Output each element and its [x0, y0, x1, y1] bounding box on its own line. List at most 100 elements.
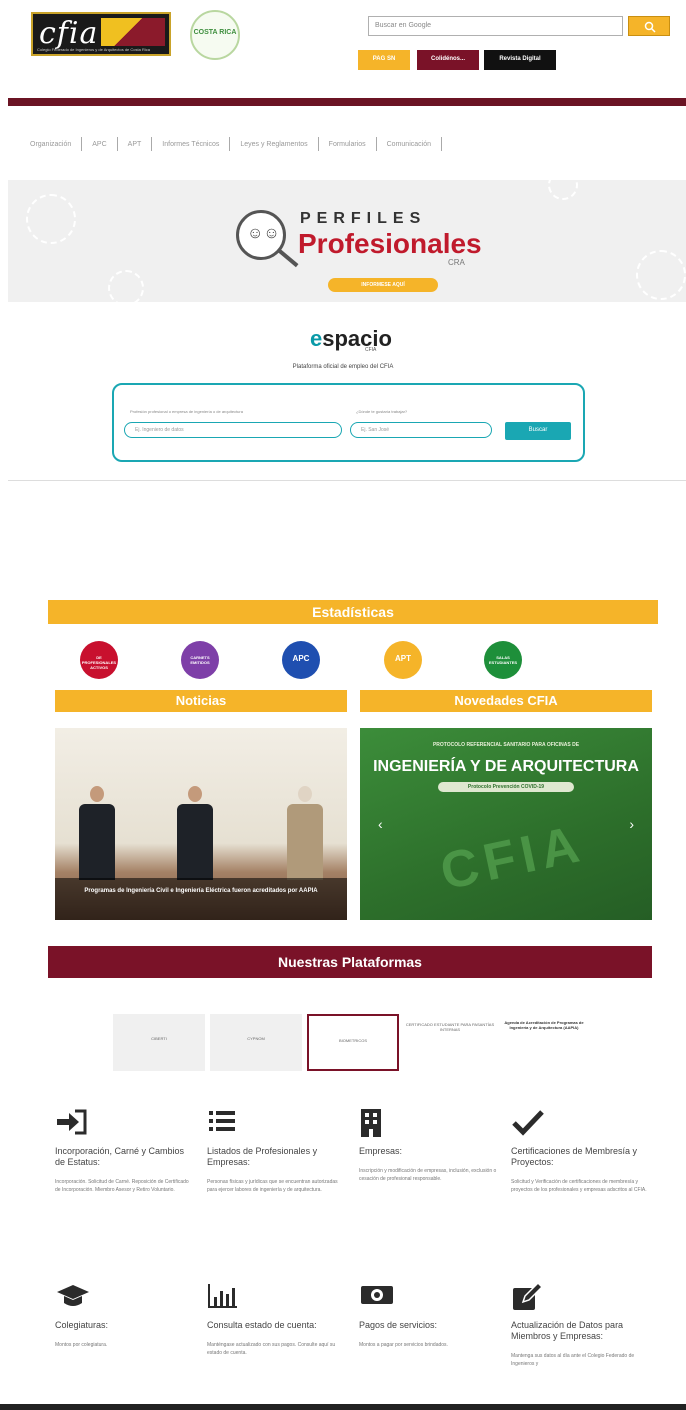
stat-carnets[interactable]: CARNETS EMITIDOS — [181, 641, 219, 679]
perfiles-banner[interactable]: ☺☺ PERFILES Profesionales CRA INFORMESE … — [8, 180, 686, 302]
service-title: Colegiaturas: — [55, 1320, 109, 1330]
graduation-cap-icon — [55, 1282, 195, 1312]
espacio-logo-rest: spacio — [322, 326, 392, 351]
site-header: cfia Colegio Federado de Ingenieros y de… — [0, 0, 686, 100]
plataformas-title: Nuestras Plataformas — [48, 946, 652, 978]
bar-chart-icon — [207, 1282, 347, 1312]
platform-tile[interactable]: CERTIFICADO ESTUDIANTE PARA PASANTÍAS IN… — [404, 1014, 496, 1071]
gear-decoration — [26, 194, 76, 244]
noticias-title: Noticias — [55, 690, 347, 712]
platform-tile[interactable]: Agenda de Acreditación de Programas de I… — [498, 1014, 590, 1071]
building-icon — [359, 1108, 499, 1138]
pag-button[interactable]: PAG SN — [358, 50, 410, 70]
service-title: Consulta estado de cuenta: — [207, 1320, 317, 1330]
gear-decoration — [548, 180, 578, 200]
logo-subtitle: Colegio Federado de Ingenieros y de Arqu… — [37, 47, 150, 52]
novedades-carousel[interactable]: PROTOCOLO REFERENCIAL SANITARIO PARA OFI… — [360, 728, 652, 920]
check-icon — [511, 1108, 651, 1138]
service-pagos[interactable]: Pagos de servicios: Montos a pagar por s… — [359, 1282, 499, 1349]
location-input[interactable]: Ej. San José — [350, 422, 492, 438]
service-empresas[interactable]: Empresas: Inscripción y modificación de … — [359, 1108, 499, 1183]
banner-info-button[interactable]: INFORMESE AQUÍ — [328, 278, 438, 292]
service-incorporacion[interactable]: Incorporación, Carné y Cambios de Estatu… — [55, 1108, 195, 1194]
person-figure — [177, 786, 213, 880]
stat-apt[interactable]: APT — [384, 641, 422, 679]
platform-tile-selected[interactable]: BIOMETRICOS — [307, 1014, 399, 1071]
people-icon: ☺☺ — [247, 225, 280, 242]
espacio-logo[interactable]: espacio — [310, 326, 392, 352]
profession-label: Profesión profesional o empresa de ingen… — [130, 409, 243, 414]
edit-icon — [511, 1281, 651, 1312]
banner-perfiles: PERFILES — [300, 210, 427, 227]
service-desc: Montos a pagar por servicios brindados. — [359, 1342, 448, 1348]
novedades-pill: Protocolo Prevención COVID-19 — [438, 782, 574, 792]
service-desc: Incorporación. Solicitud de Carné. Repos… — [55, 1179, 189, 1193]
main-nav: Organización APC APT Informes Técnicos L… — [20, 130, 680, 158]
contact-button[interactable]: Colidénos... — [417, 50, 479, 70]
nav-item-apt[interactable]: APT — [118, 141, 152, 148]
novedades-watermark: CFIA — [435, 814, 590, 902]
novedades-title: Novedades CFIA — [360, 690, 652, 712]
stats-title: Estadísticas — [48, 600, 658, 624]
magnifier-handle — [277, 248, 299, 268]
stat-apc[interactable]: APC — [282, 641, 320, 679]
service-desc: Mantenga sus datos al día ante el Colegi… — [511, 1353, 635, 1367]
news-photo[interactable]: Programas de Ingeniería Civil e Ingenier… — [55, 728, 347, 920]
nav-item-leyes[interactable]: Leyes y Reglamentos — [230, 141, 317, 148]
service-title: Actualización de Datos para Miembros y E… — [511, 1320, 624, 1341]
nav-item-organizacion[interactable]: Organización — [20, 141, 81, 148]
service-desc: Manténgase actualizado con sus pagos. Co… — [207, 1342, 336, 1356]
nav-item-informes[interactable]: Informes Técnicos — [152, 141, 229, 148]
espacio-tagline: Plataforma oficial de empleo del CFIA — [292, 364, 394, 370]
profession-input[interactable]: Ej. Ingeniero de datos — [124, 422, 342, 438]
service-listados[interactable]: Listados de Profesionales y Empresas: Pe… — [207, 1108, 347, 1194]
logo-flag-shape — [101, 18, 165, 46]
footer-edge — [0, 1404, 686, 1410]
service-desc: Solicitud y Verificación de certificacio… — [511, 1179, 647, 1193]
seal-text: COSTA RICA — [193, 29, 237, 36]
section-divider — [8, 480, 686, 481]
novedades-top-text: PROTOCOLO REFERENCIAL SANITARIO PARA OFI… — [432, 742, 580, 748]
stat-salas[interactable]: SALAS ESTUDIANTES — [484, 641, 522, 679]
platform-tile[interactable]: CYPNOM — [210, 1014, 302, 1071]
news-caption[interactable]: Programas de Ingeniería Civil e Ingenier… — [55, 878, 347, 920]
service-certificaciones[interactable]: Certificaciones de Membresía y Proyectos… — [511, 1108, 651, 1194]
person-figure — [287, 786, 323, 880]
google-search-input[interactable]: Buscar en Google — [368, 16, 623, 36]
location-label: ¿Dónde te gustaría trabajar? — [356, 409, 408, 414]
carousel-next-icon[interactable]: › — [629, 816, 634, 832]
search-button[interactable] — [628, 16, 670, 36]
platform-tile[interactable]: CIBERTI — [113, 1014, 205, 1071]
espacio-logo-sub: CFIA — [365, 347, 377, 353]
money-icon — [359, 1282, 499, 1312]
job-search-button[interactable]: Buscar — [505, 422, 571, 440]
nav-item-comunicacion[interactable]: Comunicación — [377, 141, 441, 148]
sign-in-icon — [55, 1108, 195, 1138]
espacio-logo-e: e — [310, 326, 323, 351]
gear-decoration — [636, 250, 686, 300]
service-title: Empresas: — [359, 1146, 403, 1156]
banner-cra: CRA — [448, 258, 465, 267]
gear-decoration — [108, 270, 144, 302]
service-title: Listados de Profesionales y Empresas: — [207, 1146, 318, 1167]
service-estado-cuenta[interactable]: Consulta estado de cuenta: Manténgase ac… — [207, 1282, 347, 1357]
service-title: Incorporación, Carné y Cambios de Estatu… — [55, 1146, 185, 1167]
search-icon — [644, 21, 656, 33]
service-colegiaturas[interactable]: Colegiaturas: Montos por colegiatura. — [55, 1282, 195, 1349]
service-desc: Inscripción y modificación de empresas, … — [359, 1168, 497, 1182]
person-figure — [79, 786, 115, 880]
service-actualizacion[interactable]: Actualización de Datos para Miembros y E… — [511, 1281, 651, 1368]
novedades-headline: INGENIERÍA Y DE ARQUITECTURA — [373, 758, 639, 775]
list-icon — [207, 1108, 347, 1138]
nav-item-apc[interactable]: APC — [82, 141, 116, 148]
revista-digital-button[interactable]: Revista Digital — [484, 50, 556, 70]
logo-word: cfia — [39, 16, 99, 51]
service-title: Certificaciones de Membresía y Proyectos… — [511, 1146, 638, 1167]
service-desc: Montos por colegiatura. — [55, 1342, 108, 1348]
stat-profesionales[interactable]: DE PROFESIONALES ACTIVOS — [80, 641, 118, 679]
header-divider — [8, 98, 686, 106]
nav-item-formularios[interactable]: Formularios — [319, 141, 376, 148]
cfia-logo[interactable]: cfia Colegio Federado de Ingenieros y de… — [31, 12, 171, 56]
carousel-prev-icon[interactable]: ‹ — [378, 816, 383, 832]
bicentenary-seal: COSTA RICA — [190, 10, 240, 60]
